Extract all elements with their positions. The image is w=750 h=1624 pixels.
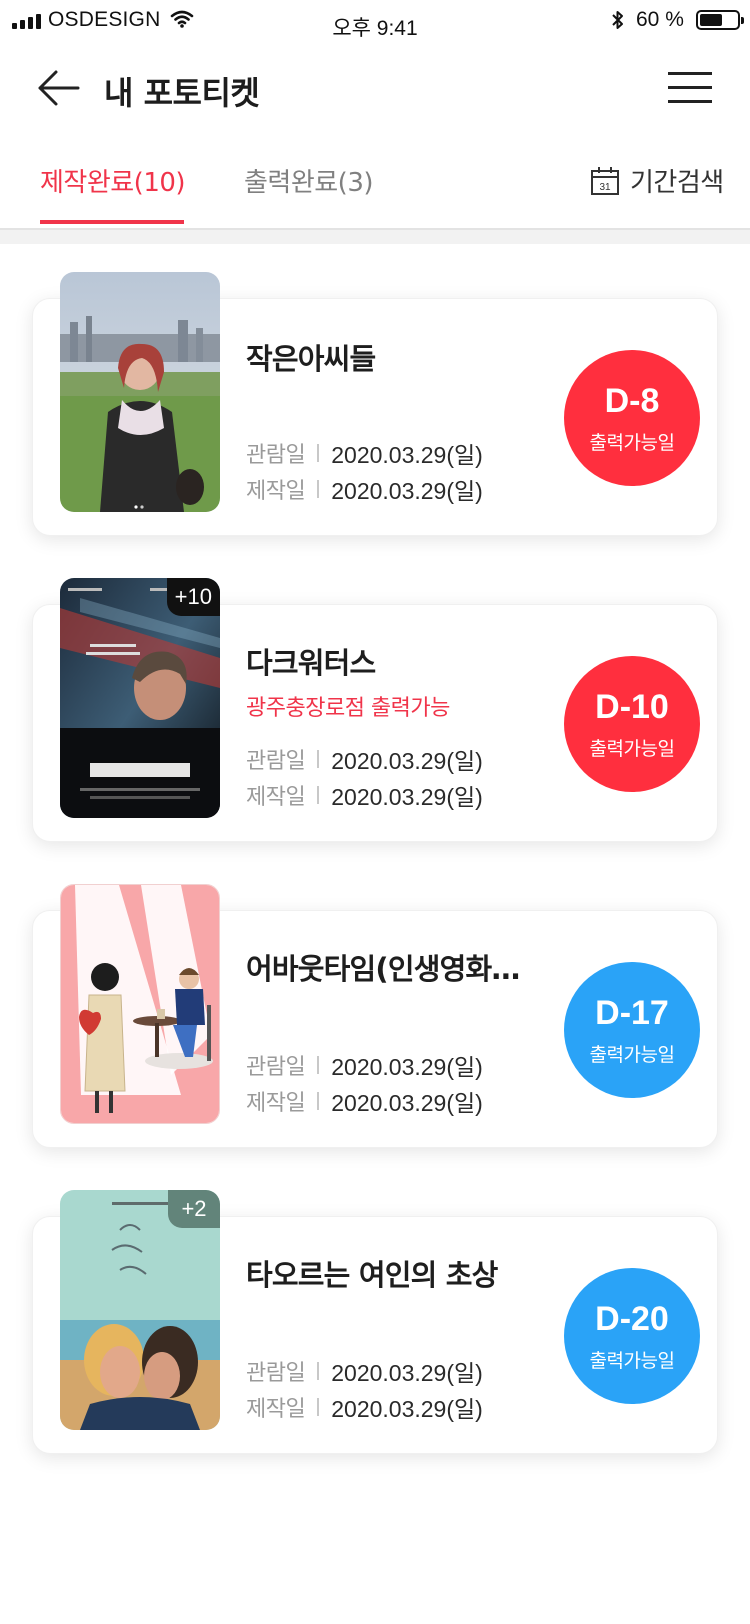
view-date-row: 관람일 2020.03.29(일): [246, 742, 483, 776]
dday-badge: D-8 출력가능일: [564, 350, 700, 486]
view-date-row: 관람일 2020.03.29(일): [246, 1048, 483, 1082]
arrow-left-icon: [38, 70, 80, 106]
hamburger-menu-icon: [668, 72, 712, 75]
dday-badge: D-20 출력가능일: [564, 1268, 700, 1404]
movie-title: 어바웃타임(인생영화…: [246, 952, 520, 986]
app-header: 내 포토티켓: [0, 56, 750, 120]
view-date: 2020.03.29(일): [331, 748, 483, 774]
view-date: 2020.03.29(일): [331, 1360, 483, 1386]
ticket-tabs: 제작완료(10) 출력완료(3) 31 기간검색: [0, 150, 750, 230]
menu-button[interactable]: [668, 70, 714, 106]
made-date-row: 제작일 2020.03.29(일): [246, 1390, 483, 1424]
movie-title: 작은아씨들: [246, 342, 376, 376]
back-button[interactable]: [36, 66, 84, 110]
poster-thumbnail: +10: [60, 578, 220, 818]
bluetooth-icon: [612, 11, 623, 29]
svg-text:31: 31: [599, 182, 611, 193]
period-search-button[interactable]: 31 기간검색: [590, 162, 724, 199]
status-bar: OSDESIGN 오후 9:41 60 %: [0, 0, 750, 46]
poster-thumbnail: +2: [60, 1190, 220, 1430]
battery-icon: [696, 10, 744, 30]
view-date: 2020.03.29(일): [331, 442, 483, 468]
page-title: 내 포토티켓: [104, 74, 260, 112]
poster-thumbnail: [60, 884, 220, 1124]
made-date: 2020.03.29(일): [331, 1090, 483, 1116]
made-date-row: 제작일 2020.03.29(일): [246, 472, 483, 506]
made-date: 2020.03.29(일): [331, 478, 483, 504]
more-photos-badge: +10: [166, 578, 220, 616]
made-date-row: 제작일 2020.03.29(일): [246, 1084, 483, 1118]
dday-badge: D-10 출력가능일: [564, 656, 700, 792]
more-photos-badge: +2: [168, 1190, 220, 1228]
tab-completed[interactable]: 제작완료(10): [40, 162, 186, 199]
tab-printed[interactable]: 출력완료(3): [244, 162, 374, 199]
view-date: 2020.03.29(일): [331, 1054, 483, 1080]
view-date-row: 관람일 2020.03.29(일): [246, 436, 483, 470]
dday-badge: D-17 출력가능일: [564, 962, 700, 1098]
divider-band: [0, 230, 750, 244]
active-tab-indicator: [40, 220, 184, 224]
period-search-label: 기간검색: [630, 168, 724, 198]
poster-thumbnail: [60, 272, 220, 512]
made-date-row: 제작일 2020.03.29(일): [246, 778, 483, 812]
view-date-row: 관람일 2020.03.29(일): [246, 1354, 483, 1388]
battery-percentage: 60 %: [636, 8, 684, 31]
calendar-icon: 31: [591, 166, 619, 195]
made-date: 2020.03.29(일): [331, 1396, 483, 1422]
made-date: 2020.03.29(일): [331, 784, 483, 810]
battery-fill: [700, 14, 722, 26]
movie-title: 타오르는 여인의 초상: [246, 1258, 498, 1292]
print-location: 광주충장로점 출력가능: [246, 696, 450, 721]
movie-title: 다크워터스: [246, 646, 376, 680]
